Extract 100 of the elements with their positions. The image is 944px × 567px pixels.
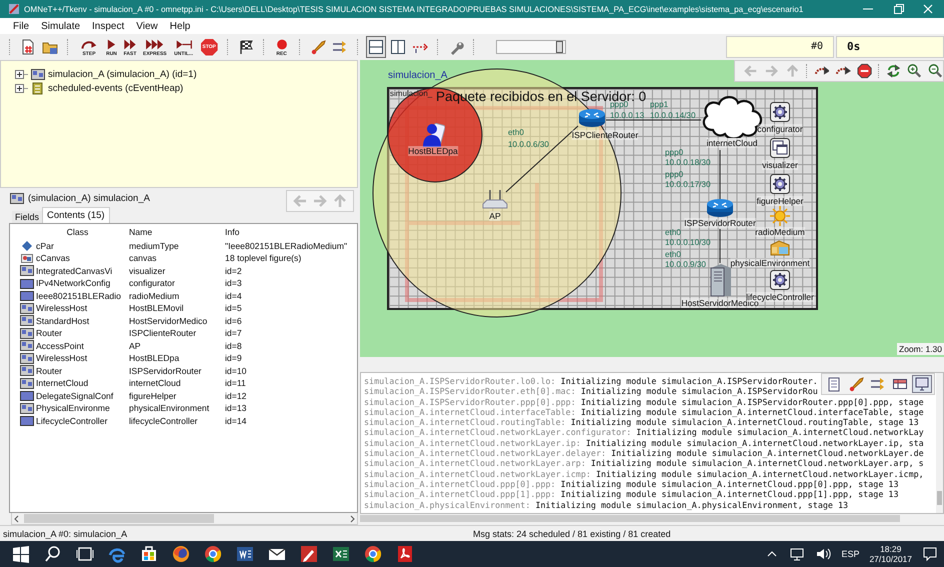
table-cell-text: internetCloud [129, 378, 182, 388]
table-cell-text: id=12 [225, 390, 248, 400]
log-line: simulacion_A.ISPServidorRouter.eth[0].mac: Initializing module simulacion_A.ISPServidorRou [364, 386, 818, 397]
windows-logo-icon[interactable] [11, 544, 31, 564]
table-cell-text: cPar [36, 240, 55, 250]
windows-icon[interactable] [770, 138, 790, 158]
fast-forward-icon [123, 38, 137, 50]
column-header[interactable]: Name [129, 226, 225, 236]
shopping-bag-icon[interactable] [139, 544, 159, 564]
scroll-right-icon[interactable] [348, 514, 357, 524]
canvas-icon [20, 252, 34, 264]
log-line: simulacion_A.physicalEnvironment: Initializing module simulacion_A.physicalEnvironment, stage 13 [364, 500, 848, 510]
inspector-title: (simulacion_A) simulacion_A [28, 192, 151, 204]
node-label: AP [489, 211, 501, 221]
table-cell-text: LifecycleController [36, 416, 108, 426]
interface-label: 10.0.0.18/30 [665, 158, 711, 167]
notification-icon[interactable] [922, 546, 938, 562]
toolbar-button[interactable] [912, 375, 932, 393]
stop-sign-icon[interactable] [856, 63, 872, 79]
table-cell-text: PhysicalEnvironme [36, 403, 111, 413]
menu-item[interactable]: File [13, 20, 30, 32]
scrollbar-thumb[interactable] [937, 491, 942, 505]
table-cell-text: id=6 [225, 316, 243, 326]
scrollbar-thumb[interactable] [360, 515, 900, 522]
table-cell-text: id=2 [225, 266, 243, 276]
log-line: simulacion_A.internetCloud.ppp[0].ppp: Initializing module simulacion_A.internetCloud.ppp[0].ppp, stage 13 [364, 478, 898, 490]
log-line: simulacion_A.internetCloud.ppp[1].ppp: Initializing module simulacion_A.internetCloud.ppp[1].ppp, stage 13 [364, 489, 898, 500]
status-text: simulacion_A #0: simulacion_A [2, 528, 128, 538]
module-icon [20, 326, 34, 340]
network-icon[interactable] [789, 547, 806, 561]
triple-arrow-icon [144, 38, 166, 50]
scroll-left-icon[interactable] [12, 514, 21, 524]
table-cell-text: DelegateSignalConf [36, 390, 114, 400]
interface-label: 10.0.0.17/30 [665, 180, 711, 189]
clipboard-icon [826, 376, 842, 392]
scrollbar-thumb[interactable] [24, 514, 214, 523]
column-header[interactable]: Info [225, 226, 357, 236]
tab[interactable]: Fields [12, 211, 42, 223]
node-label: physicalEnvironment [730, 258, 810, 268]
queue-icon [31, 82, 45, 94]
slider-thumb[interactable] [556, 41, 563, 53]
refresh-icon[interactable] [886, 63, 901, 79]
diamond-icon [20, 239, 34, 252]
gear-icon[interactable] [770, 102, 790, 122]
table-cell-text: mediumType [129, 240, 180, 250]
browser-icon[interactable] [203, 544, 223, 564]
table-cell-text: Router [36, 366, 64, 376]
person-icon[interactable] [421, 122, 445, 148]
document-icon [20, 39, 36, 55]
router-icon[interactable] [706, 198, 734, 218]
pen-app-icon[interactable] [299, 544, 319, 564]
table-cell-text: id=13 [225, 403, 248, 413]
menu-item[interactable]: View [136, 20, 158, 32]
module-icon [20, 314, 34, 327]
menu-item[interactable]: Inspect [92, 20, 124, 32]
table-cell-text: id=7 [225, 328, 243, 338]
language-indicator[interactable]: ESP [841, 549, 860, 559]
menu-item[interactable]: Simulate [41, 20, 80, 32]
column-header[interactable]: Class [36, 226, 129, 236]
speaker-icon[interactable] [815, 547, 832, 561]
toolbar-button[interactable] [366, 36, 386, 58]
log-line: simulacion_A.internetCloud.routingTable: Initializing module simulacion_A.internetCloud.routingTable, stage 13 [364, 417, 919, 428]
play-icon [106, 38, 117, 50]
clock-time[interactable]: 18:29 [880, 544, 902, 554]
network-title: simulacion_A [388, 70, 448, 81]
zoom-in-icon[interactable] [906, 63, 922, 79]
log-line: simulacion_A.ISPServidorRouter.lo0.lo: Initializing module simulacion_A.ISPServidorRouter. [364, 376, 818, 386]
gear-icon[interactable] [770, 174, 790, 194]
menu-item[interactable]: Help [170, 20, 190, 32]
pdf-app-icon[interactable] [395, 544, 415, 564]
log-line: simulacion_A.internetCloud.networkLayer.arp: Initializing module simulacion_A.internetCloud.networkLayer.arp, s [364, 458, 924, 469]
interface-label: ppp0 [665, 148, 684, 157]
zoom-out-icon[interactable] [928, 63, 943, 79]
table-cell-text: ISPServidorRouter [129, 366, 202, 376]
browser-icon[interactable] [363, 544, 383, 564]
speed-slider[interactable] [496, 40, 566, 54]
gear-icon[interactable] [770, 270, 790, 290]
access-point-icon[interactable] [481, 189, 509, 211]
expand-toggle-icon[interactable] [15, 70, 28, 78]
horizontal-scrollbar[interactable] [11, 513, 358, 525]
table-cell-text: 18 toplevel figure(s) [225, 253, 302, 263]
table-cell-text: WirelessHost [36, 353, 88, 363]
expand-toggle-icon[interactable] [15, 84, 28, 92]
node-label: radioMedium [755, 227, 805, 237]
spreadsheet-app-icon[interactable] [331, 544, 351, 564]
interface-label: 10.0.0.10/30 [665, 238, 711, 247]
log-line: simulacion_A.internetCloud.networkLayer.ip: Initializing module simulacion_A.internetCloud.networkLayer.ip, sta [364, 438, 924, 448]
document-app-icon[interactable] [235, 544, 255, 564]
interface-label: 10.0.0.9/30 [665, 260, 706, 269]
clock-date[interactable]: 27/10/2017 [869, 554, 912, 564]
tree-item[interactable]: simulacion_A (simulacion_A) (id=1) [48, 68, 197, 80]
globe-icon[interactable] [171, 544, 191, 564]
interface-label: eth0 [665, 250, 681, 259]
module-icon [20, 364, 34, 377]
vertical-scrollbar[interactable] [936, 373, 943, 513]
monitor-icon [914, 376, 930, 392]
tree-item[interactable]: scheduled-events (cEventHeap) [48, 82, 184, 94]
tab[interactable]: Contents (15) [42, 207, 110, 223]
router-icon[interactable] [578, 108, 606, 128]
interface-label: ppp0 [665, 170, 684, 179]
